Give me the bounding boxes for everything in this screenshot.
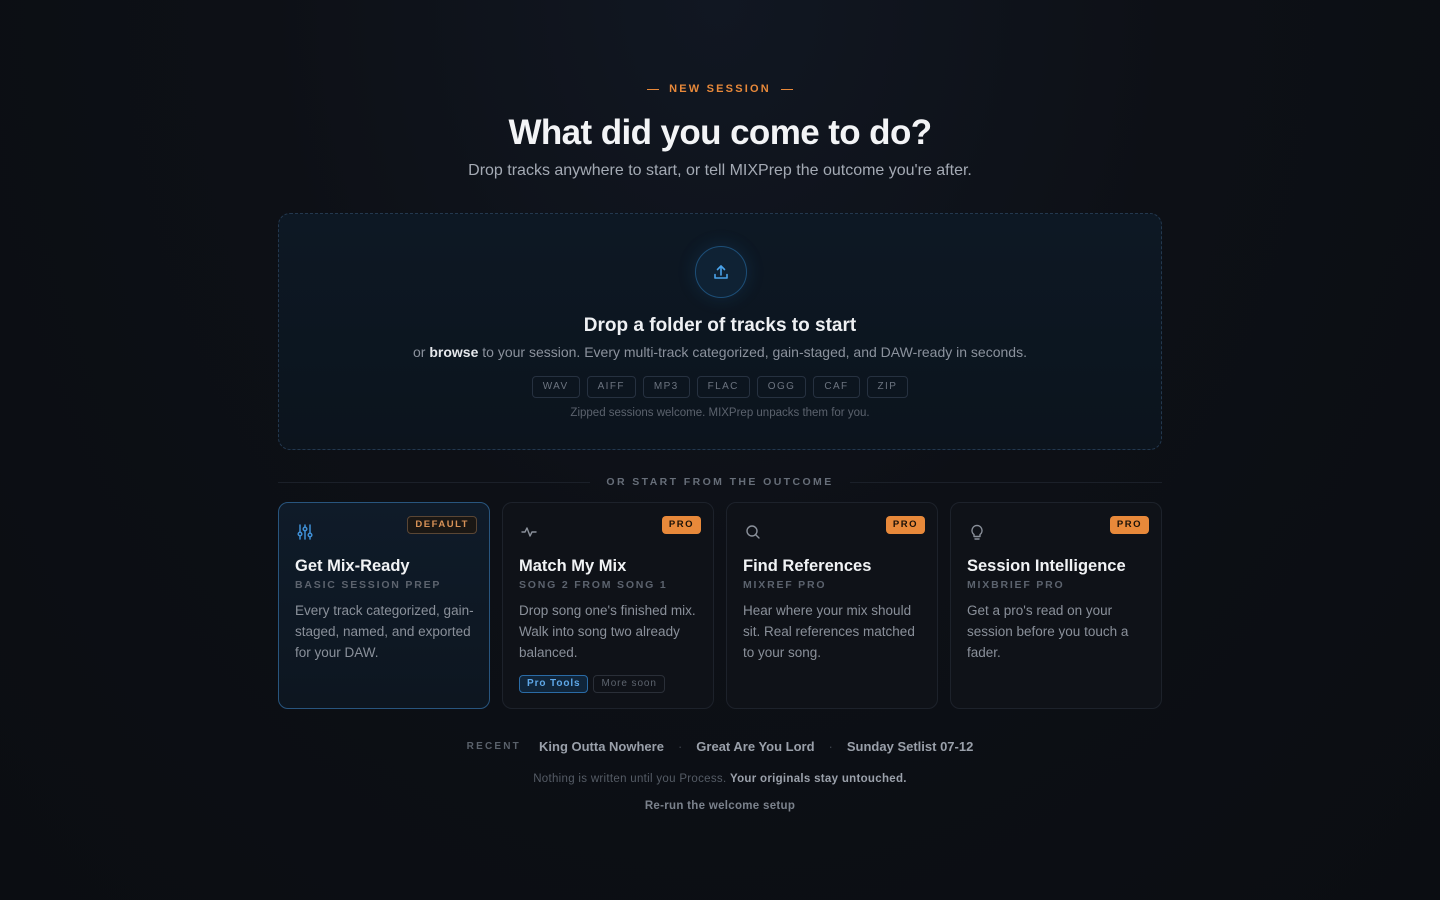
card-description: Get a pro's read on your session before …	[967, 603, 1129, 660]
sliders-icon	[296, 523, 314, 541]
pro-badge: PRO	[661, 516, 701, 534]
dropzone-desc-suffix: to your session. Every multi-track categ…	[478, 344, 1027, 360]
recent-label: RECENT	[466, 741, 521, 752]
dropzone-title: Drop a folder of tracks to start	[583, 315, 857, 336]
eyebrow: NEW SESSION	[0, 83, 1440, 95]
track-dropzone[interactable]: Drop a folder of tracks to start or brow…	[278, 213, 1162, 450]
footnote-emphasis: Your originals stay untouched.	[729, 773, 907, 785]
format-tag-aiff: AIFF	[586, 376, 636, 398]
dropzone-description: or browse to your session. Every multi-t…	[279, 344, 1161, 360]
page-subtitle: Drop tracks anywhere to start, or tell M…	[468, 162, 972, 179]
recent-session-link[interactable]: Sunday Setlist 07-12	[847, 739, 973, 754]
card-description: Every track categorized, gain-staged, na…	[295, 603, 474, 660]
new-session-page: NEW SESSION What did you come to do? Dro…	[0, 0, 1440, 900]
eyebrow-dash-right	[780, 88, 793, 90]
card-subtitle: MIXREF PRO	[743, 579, 827, 591]
card-subtitle: SONG 2 FROM SONG 1	[519, 579, 668, 591]
safety-footnote: Nothing is written until you Process. Yo…	[0, 773, 1440, 785]
chip-more-soon: More soon	[593, 675, 665, 693]
dropzone-note: Zipped sessions welcome. MIXPrep unpacks…	[570, 407, 870, 419]
dropzone-desc-prefix: or	[413, 344, 430, 360]
card-title: Session Intelligence	[967, 557, 1126, 575]
format-tag-caf: CAF	[813, 376, 860, 398]
page-title: What did you come to do?	[508, 113, 932, 152]
card-get-mix-ready[interactable]: DEFAULT Get Mix-Ready BASIC SESSION PREP…	[278, 502, 490, 709]
rerun-setup-link[interactable]: Re-run the welcome setup	[0, 800, 1440, 812]
divider-label: OR START FROM THE OUTCOME	[606, 476, 834, 488]
eyebrow-dash-left	[647, 88, 660, 90]
browse-link[interactable]: browse	[429, 344, 478, 360]
format-list: WAV AIFF MP3 FLAC OGG CAF ZIP	[279, 376, 1161, 398]
format-tag-flac: FLAC	[696, 376, 750, 398]
recent-sessions: RECENT King Outta Nowhere · Great Are Yo…	[0, 739, 1440, 754]
outcome-divider: OR START FROM THE OUTCOME	[278, 474, 1162, 490]
format-tag-zip: ZIP	[866, 376, 909, 398]
recent-session-link[interactable]: King Outta Nowhere	[539, 739, 664, 754]
upload-icon[interactable]	[695, 246, 747, 298]
card-description: Drop song one's finished mix. Walk into …	[519, 603, 696, 660]
divider-line-left	[278, 481, 591, 483]
card-title: Find References	[743, 557, 872, 575]
recent-session-link[interactable]: Great Are You Lord	[696, 739, 814, 754]
format-tag-ogg: OGG	[756, 376, 807, 398]
card-subtitle: BASIC SESSION PREP	[295, 579, 442, 591]
search-icon	[744, 523, 762, 541]
card-subtitle: MIXBRIEF PRO	[967, 579, 1065, 591]
card-title: Match My Mix	[519, 557, 627, 575]
footnote-text: Nothing is written until you Process.	[533, 773, 730, 785]
card-title: Get Mix-Ready	[295, 557, 410, 575]
recent-separator: ·	[677, 739, 683, 754]
outcome-cards: DEFAULT Get Mix-Ready BASIC SESSION PREP…	[278, 502, 1162, 709]
divider-line-right	[849, 481, 1162, 483]
pulse-icon	[520, 523, 538, 541]
card-find-references[interactable]: PRO Find References MIXREF PRO Hear wher…	[726, 502, 938, 709]
card-match-my-mix[interactable]: PRO Match My Mix SONG 2 FROM SONG 1 Drop…	[502, 502, 714, 709]
recent-separator: ·	[828, 739, 833, 754]
chip-pro-tools[interactable]: Pro Tools	[519, 675, 589, 693]
format-tag-wav: WAV	[531, 376, 580, 398]
daw-chips: Pro Tools More soon	[519, 675, 665, 693]
lightbulb-icon	[968, 523, 986, 541]
eyebrow-label: NEW SESSION	[669, 83, 771, 95]
pro-badge: PRO	[885, 516, 925, 534]
format-tag-mp3: MP3	[642, 376, 690, 398]
default-badge: DEFAULT	[407, 516, 477, 534]
pro-badge: PRO	[1109, 516, 1149, 534]
card-session-intelligence[interactable]: PRO Session Intelligence MIXBRIEF PRO Ge…	[950, 502, 1162, 709]
card-description: Hear where your mix should sit. Real ref…	[743, 603, 915, 660]
